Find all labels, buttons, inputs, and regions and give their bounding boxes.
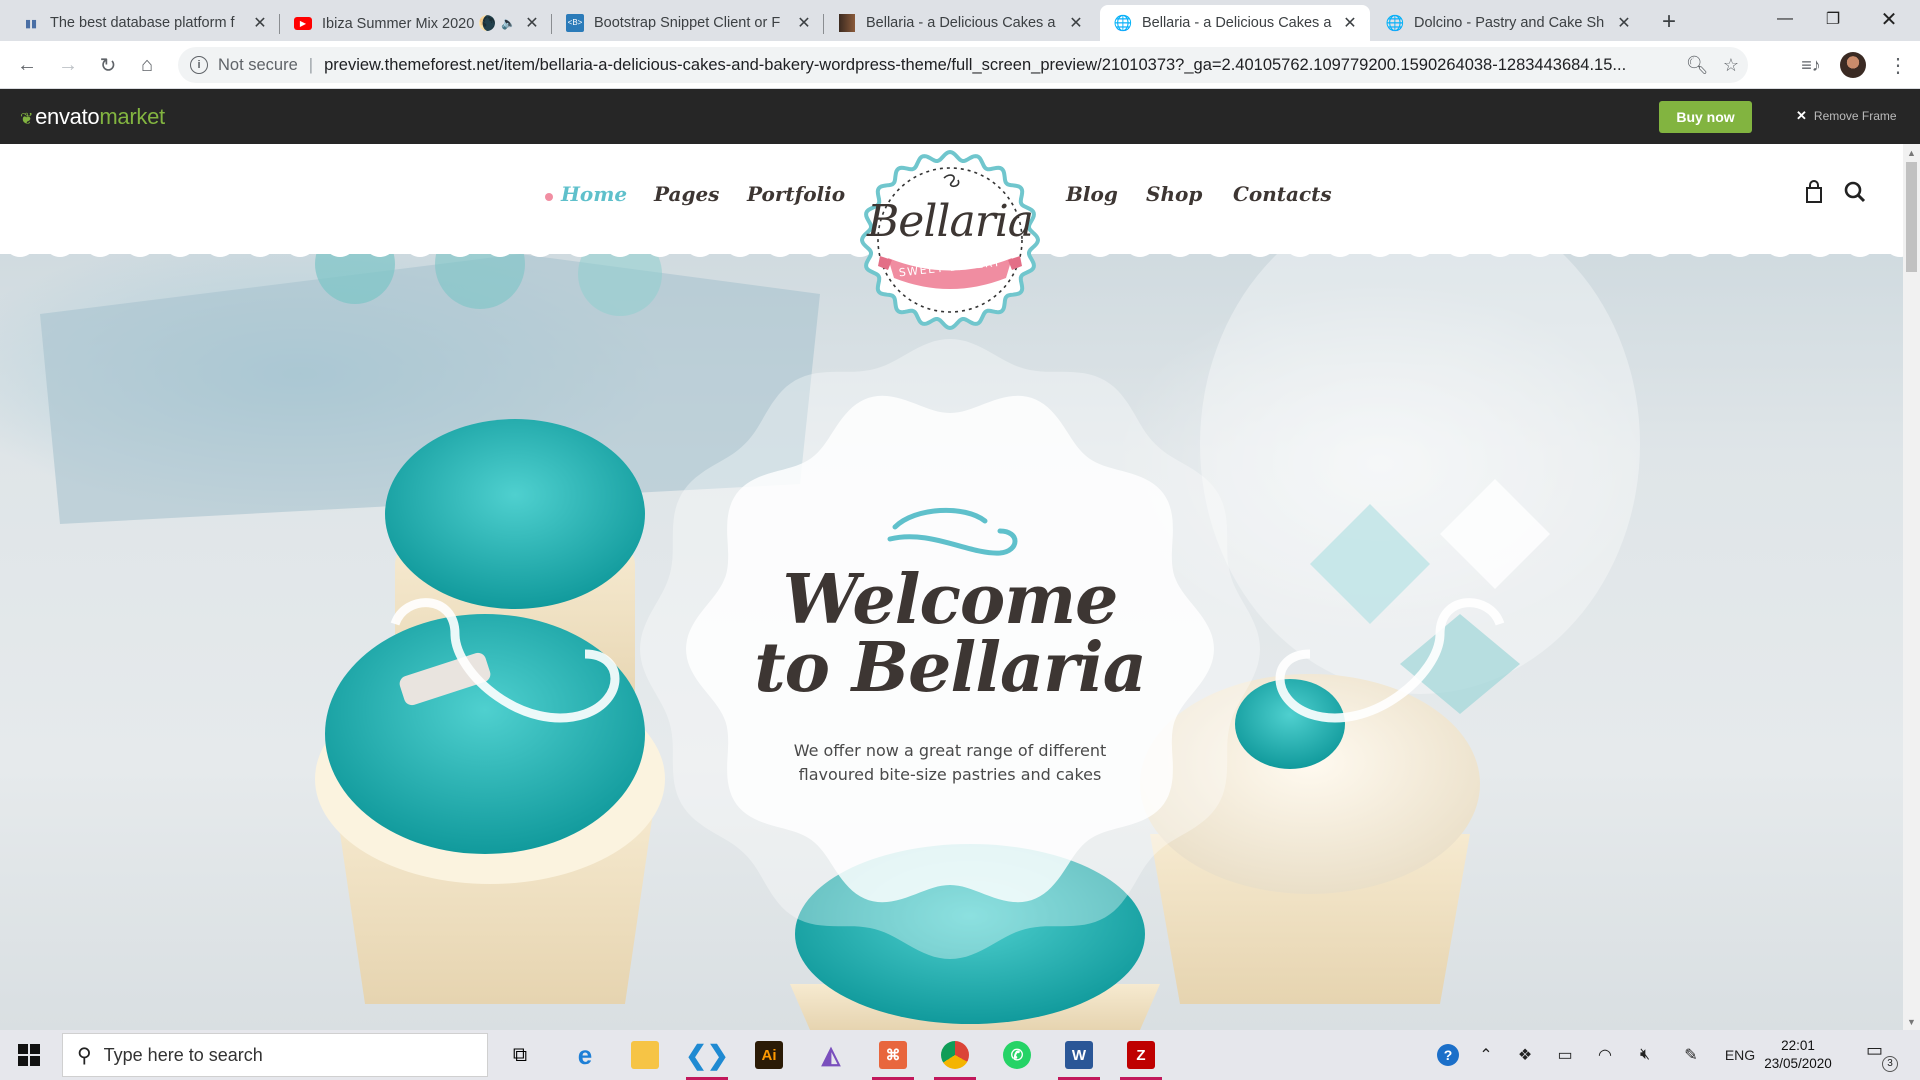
active-nav-dot <box>545 193 553 201</box>
battery-icon[interactable]: ▭ <box>1552 1030 1578 1080</box>
logo-wordmark: Bellaria <box>866 196 1034 247</box>
windows-start-button[interactable] <box>0 1030 58 1080</box>
browser-tab[interactable]: <B> Bootstrap Snippet Client or F ✕ <box>552 5 824 41</box>
address-bar[interactable]: i Not secure | preview.themeforest.net/i… <box>178 47 1748 83</box>
filezilla-app[interactable]: Z <box>1116 1030 1166 1080</box>
bookmark-star-icon[interactable]: ☆ <box>1714 55 1748 76</box>
close-icon: ✕ <box>1796 108 1807 123</box>
pen-icon[interactable]: ✎ <box>1678 1030 1704 1080</box>
nav-shop[interactable]: Shop <box>1146 182 1202 206</box>
hero-title: Welcome to Bellaria <box>754 560 1147 708</box>
zoom-icon[interactable]: 🔍︎ <box>1680 55 1714 76</box>
themeforest-icon <box>838 14 856 32</box>
windows-taskbar: ⚲ Type here to search ⧉ e ❮❯ Ai ◭ ⌘ ✆ W … <box>0 1030 1920 1080</box>
visual-studio-app[interactable]: ◭ <box>806 1030 856 1080</box>
speaker-icon[interactable]: 🔈 <box>501 16 516 30</box>
restore-button[interactable]: ❐ <box>1810 0 1856 38</box>
task-view-button[interactable]: ⧉ <box>495 1030 545 1080</box>
sublime-like-app[interactable]: ⌘ <box>868 1030 918 1080</box>
info-icon[interactable]: i <box>190 56 208 74</box>
close-tab-icon[interactable]: ✕ <box>1340 13 1360 33</box>
browser-tab[interactable]: 🌐 Dolcino - Pastry and Cake Sh ✕ <box>1372 5 1644 41</box>
envato-frame-bar: ❦envatomarket Buy now ✕ Remove Frame <box>0 89 1920 144</box>
close-tab-icon[interactable]: ✕ <box>1614 13 1634 33</box>
taskbar-search-box[interactable]: ⚲ Type here to search <box>62 1033 488 1077</box>
word-app[interactable]: W <box>1054 1030 1104 1080</box>
profile-avatar[interactable] <box>1840 52 1866 78</box>
notification-count: 3 <box>1882 1056 1898 1072</box>
nav-contacts[interactable]: Contacts <box>1233 182 1332 206</box>
menu-kebab-icon[interactable]: ⋮ <box>1884 51 1912 79</box>
chrome-app[interactable] <box>930 1030 980 1080</box>
scroll-down-arrow-icon[interactable]: ▼ <box>1903 1013 1920 1030</box>
vscode-app[interactable]: ❮❯ <box>682 1030 732 1080</box>
dropbox-icon[interactable]: ❖ <box>1512 1030 1538 1080</box>
envato-market-logo[interactable]: ❦envatomarket <box>20 104 165 130</box>
hero-tagline: We offer now a great range of different … <box>793 741 1107 784</box>
tab-title: The best database platform f <box>50 15 235 31</box>
media-control-icon[interactable]: ≡♪ <box>1797 51 1825 79</box>
database-icon: ▮▮ <box>24 17 38 30</box>
globe-icon: 🌐 <box>1113 15 1133 32</box>
youtube-icon: ▶ <box>294 14 312 32</box>
tab-title: Bellaria - a Delicious Cakes a <box>866 15 1056 31</box>
whatsapp-app[interactable]: ✆ <box>992 1030 1042 1080</box>
browser-tab-active[interactable]: 🌐 Bellaria - a Delicious Cakes a ✕ <box>1100 5 1370 41</box>
tab-title: Ibiza Summer Mix 2020 🌘 <box>322 15 497 32</box>
forward-button[interactable]: → <box>54 51 82 79</box>
file-explorer-app[interactable] <box>620 1030 670 1080</box>
edge-app[interactable]: e <box>560 1030 610 1080</box>
new-tab-button[interactable]: + <box>1655 8 1683 36</box>
shopping-bag-icon[interactable] <box>1800 178 1828 206</box>
search-icon: ⚲ <box>77 1044 92 1067</box>
scroll-up-arrow-icon[interactable]: ▲ <box>1903 144 1920 161</box>
speaker-muted-icon[interactable]: 🔇︎ <box>1632 1030 1658 1080</box>
page-scrollbar[interactable]: ▲ ▼ <box>1903 144 1920 1030</box>
reload-button[interactable]: ↻ <box>94 51 122 79</box>
illustrator-app[interactable]: Ai <box>744 1030 794 1080</box>
scrollbar-thumb[interactable] <box>1906 162 1917 272</box>
browser-tab[interactable]: ▶ Ibiza Summer Mix 2020 🌘 🔈 ✕ <box>280 5 552 41</box>
browser-tab-strip: ▮▮ The best database platform f ✕ ▶ Ibiz… <box>0 0 1920 41</box>
remove-frame-link[interactable]: ✕ Remove Frame <box>1796 108 1897 124</box>
system-clock[interactable]: 22:01 23/05/2020 <box>1752 1037 1844 1073</box>
browser-tab[interactable]: ▮▮ The best database platform f ✕ <box>8 5 280 41</box>
nav-portfolio[interactable]: Portfolio <box>747 182 845 206</box>
nav-home[interactable]: Home <box>561 182 627 206</box>
chevron-up-icon[interactable]: ⌃ <box>1474 1030 1498 1080</box>
help-icon[interactable]: ? <box>1432 1030 1464 1080</box>
bootsnipp-icon: <B> <box>566 14 584 32</box>
minimize-button[interactable]: — <box>1762 0 1808 38</box>
close-tab-icon[interactable]: ✕ <box>522 13 542 33</box>
envato-leaf-icon: ❦ <box>20 111 34 128</box>
nav-pages[interactable]: Pages <box>654 182 719 206</box>
close-tab-icon[interactable]: ✕ <box>794 13 814 33</box>
search-icon[interactable] <box>1841 178 1869 206</box>
home-button[interactable]: ⌂ <box>133 51 161 79</box>
back-button[interactable]: ← <box>13 51 41 79</box>
page-viewport: Home Pages Portfolio Blog Shop Contacts … <box>0 144 1903 1030</box>
close-tab-icon[interactable]: ✕ <box>1066 13 1086 33</box>
windows-logo-icon <box>18 1044 40 1066</box>
notifications-icon[interactable]: ▭ 3 <box>1866 1040 1898 1072</box>
buy-now-button[interactable]: Buy now <box>1659 101 1752 133</box>
browser-tab[interactable]: Bellaria - a Delicious Cakes a ✕ <box>824 5 1096 41</box>
globe-icon: 🌐 <box>1385 15 1405 32</box>
close-tab-icon[interactable]: ✕ <box>250 13 270 33</box>
url-text[interactable]: preview.themeforest.net/item/bellaria-a-… <box>324 56 1680 75</box>
nav-blog[interactable]: Blog <box>1066 182 1118 206</box>
security-label: Not secure <box>218 55 298 74</box>
tab-title: Dolcino - Pastry and Cake Sh <box>1414 15 1605 31</box>
tab-title: Bellaria - a Delicious Cakes a <box>1142 15 1332 31</box>
browser-toolbar: ← → ↻ ⌂ i Not secure | preview.themefore… <box>0 41 1920 89</box>
wifi-icon[interactable]: ◠ <box>1592 1030 1618 1080</box>
tab-title: Bootstrap Snippet Client or F <box>594 15 781 31</box>
close-window-button[interactable]: ✕ <box>1866 0 1912 38</box>
